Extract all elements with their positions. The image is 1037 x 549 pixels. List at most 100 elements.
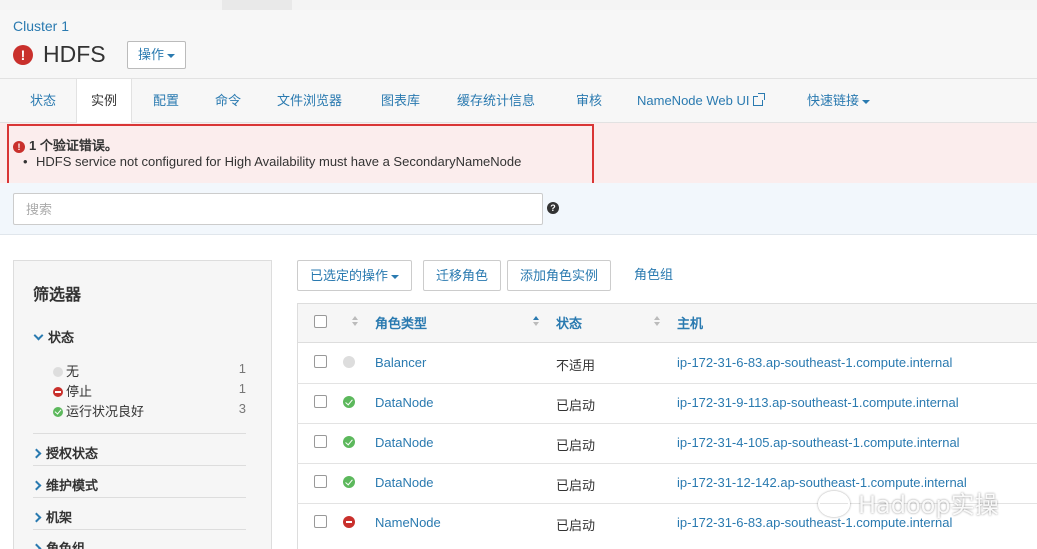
- filter-heading: 筛选器: [33, 287, 82, 304]
- row-divider: [297, 463, 1037, 464]
- host-link[interactable]: ip-172-31-4-105.ap-southeast-1.compute.i…: [677, 435, 960, 450]
- tab-audits[interactable]: 审核: [562, 79, 616, 123]
- alert-title-text: 1 个验证错误。: [29, 138, 118, 153]
- role-type-link[interactable]: DataNode: [375, 395, 434, 410]
- tab-cache-statistics[interactable]: 缓存统计信息: [443, 79, 549, 123]
- healthy-icon: [343, 436, 355, 448]
- sort-icon[interactable]: [654, 316, 660, 328]
- namenode-web-ui-label: NameNode Web UI: [637, 93, 750, 108]
- filter-section-label: 机架: [46, 510, 73, 525]
- watermark: Hadoop实操: [818, 485, 999, 520]
- caret-down-icon: [391, 274, 400, 279]
- sort-asc-icon[interactable]: [533, 316, 539, 328]
- role-groups-link[interactable]: 角色组: [634, 260, 673, 291]
- tab-commands[interactable]: 命令: [201, 79, 255, 123]
- chevron-down-icon: [33, 330, 44, 341]
- select-all-checkbox[interactable]: [314, 315, 327, 328]
- role-status: 已启动: [556, 438, 596, 453]
- filter-option-label: 停止: [66, 384, 93, 399]
- tab-configuration[interactable]: 配置: [139, 79, 193, 123]
- caret-down-icon: [167, 53, 176, 58]
- row-divider: [297, 423, 1037, 424]
- row-checkbox[interactable]: [314, 475, 327, 488]
- filter-option-label: 运行状况良好: [66, 404, 145, 419]
- caret-down-icon: [862, 99, 871, 104]
- filter-section-maintenance-mode[interactable]: 维护模式: [31, 475, 99, 494]
- row-divider: [297, 383, 1037, 384]
- service-header: Cluster 1 ! HDFS 操作: [0, 10, 1037, 78]
- tab-file-browser[interactable]: 文件浏览器: [263, 79, 356, 123]
- filter-option-healthy[interactable]: 运行状况良好 3: [53, 401, 246, 420]
- role-status: 已启动: [556, 478, 596, 493]
- stopped-icon: [343, 516, 355, 528]
- search-input[interactable]: [13, 193, 543, 225]
- selected-actions-label: 已选定的操作: [310, 268, 389, 283]
- role-type-link[interactable]: NameNode: [375, 515, 441, 530]
- quick-links-label: 快速链接: [807, 93, 860, 108]
- healthy-icon: [343, 396, 355, 408]
- actions-dropdown-button[interactable]: 操作: [127, 41, 187, 69]
- column-header-host[interactable]: 主机: [677, 313, 703, 332]
- filter-option-count: 1: [238, 361, 246, 376]
- alert-title: ! 1 个验证错误。: [13, 135, 118, 154]
- tab-charts-library[interactable]: 图表库: [367, 79, 434, 123]
- migrate-roles-button[interactable]: 迁移角色: [423, 260, 502, 291]
- role-type-link[interactable]: DataNode: [375, 435, 434, 450]
- external-link-icon: [753, 93, 766, 106]
- tab-status[interactable]: 状态: [16, 79, 70, 123]
- filter-option-stopped[interactable]: 停止 1: [53, 381, 246, 400]
- filter-section-label: 维护模式: [46, 478, 99, 493]
- top-tab-strip: [0, 0, 1037, 10]
- row-checkbox[interactable]: [314, 515, 327, 528]
- role-type-link[interactable]: DataNode: [375, 475, 434, 490]
- filter-option-count: 3: [238, 401, 246, 416]
- row-checkbox[interactable]: [314, 395, 327, 408]
- service-title: HDFS: [43, 41, 106, 67]
- row-checkbox[interactable]: [314, 435, 327, 448]
- host-link[interactable]: ip-172-31-9-113.ap-southeast-1.compute.i…: [677, 395, 959, 410]
- service-error-icon: !: [13, 45, 33, 65]
- filter-option-label: 无: [66, 364, 80, 379]
- row-checkbox[interactable]: [314, 355, 327, 368]
- unknown-status-icon: [343, 356, 355, 368]
- filter-option-count: 1: [238, 381, 246, 396]
- add-role-instances-button[interactable]: 添加角色实例: [507, 260, 612, 291]
- filter-option-none[interactable]: 无1: [53, 361, 246, 380]
- tab-namenode-web-ui[interactable]: NameNode Web UI: [623, 79, 777, 123]
- divider: [33, 433, 246, 434]
- cluster-link[interactable]: Cluster 1: [13, 18, 69, 34]
- alert-message: HDFS service not configured for High Ava…: [23, 154, 521, 169]
- role-status: 已启动: [556, 398, 596, 413]
- stopped-icon: [53, 387, 63, 397]
- filter-section-label: 状态: [48, 330, 75, 345]
- chevron-right-icon: [31, 448, 42, 459]
- tab-instances[interactable]: 实例: [76, 79, 133, 123]
- role-status: 已启动: [556, 518, 596, 533]
- divider: [33, 529, 246, 530]
- tab-quick-links[interactable]: 快速链接: [793, 79, 884, 123]
- role-type-link[interactable]: Balancer: [375, 355, 426, 370]
- chevron-right-icon: [31, 480, 42, 491]
- filter-section-label: 授权状态: [46, 446, 99, 461]
- healthy-icon: [53, 407, 63, 417]
- filter-section-rack[interactable]: 机架: [31, 507, 73, 526]
- sort-icon[interactable]: [352, 316, 358, 328]
- column-header-role-type[interactable]: 角色类型: [375, 313, 427, 332]
- watermark-text: Hadoop实操: [858, 491, 999, 519]
- help-icon[interactable]: ?: [547, 202, 559, 214]
- column-header-status[interactable]: 状态: [556, 313, 582, 332]
- filter-section-role-group[interactable]: 角色组: [31, 538, 86, 549]
- host-link[interactable]: ip-172-31-6-83.ap-southeast-1.compute.in…: [677, 355, 952, 370]
- actions-label: 操作: [138, 47, 165, 62]
- gray-dot-icon: [53, 367, 63, 377]
- service-tabs: 状态 实例 配置 命令 文件浏览器 图表库 缓存统计信息 审核 NameNode…: [0, 78, 1037, 123]
- page: Cluster 1 ! HDFS 操作 状态 实例 配置 命令 文件浏览器 图表…: [0, 0, 1037, 549]
- divider: [33, 465, 246, 466]
- filter-section-label: 角色组: [46, 541, 86, 549]
- filter-section-commission-state[interactable]: 授权状态: [31, 443, 99, 462]
- filter-section-status[interactable]: 状态: [33, 327, 74, 346]
- top-tab-stub[interactable]: [222, 0, 292, 10]
- selected-actions-button[interactable]: 已选定的操作: [297, 260, 413, 291]
- chevron-right-icon: [31, 543, 42, 549]
- healthy-icon: [343, 476, 355, 488]
